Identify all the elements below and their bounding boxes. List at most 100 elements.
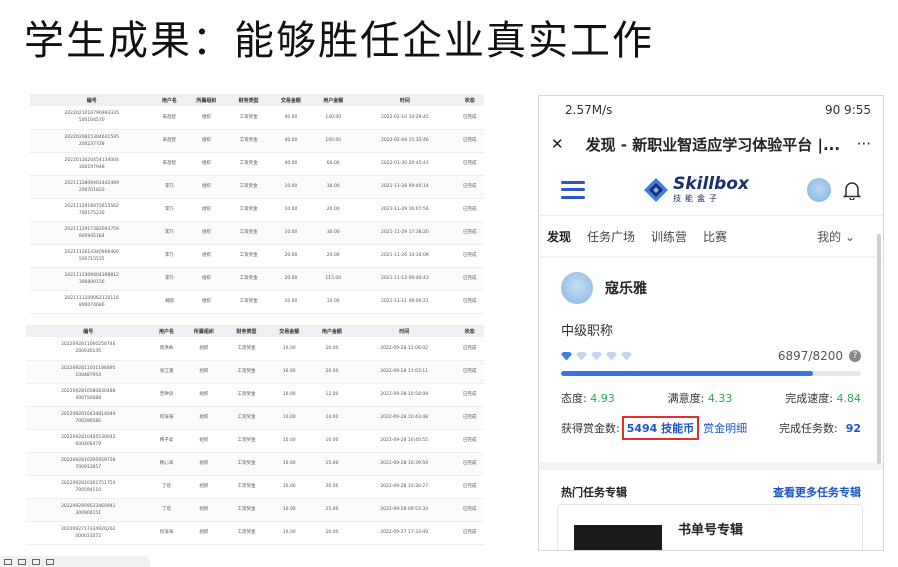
table-cell: 2022092810405530042 600406479 — [26, 429, 151, 453]
table-cell: 40.00 — [269, 129, 313, 153]
table-cell[interactable]: 组织 — [182, 475, 226, 499]
table-cell[interactable]: 组织 — [185, 129, 228, 153]
menu-icon[interactable] — [561, 180, 585, 199]
toolbar-icon[interactable] — [4, 558, 12, 565]
table-cell: 2022013020454134004 300197948 — [30, 152, 154, 176]
table-cell: 10.00 — [269, 175, 313, 199]
tab-training-camp[interactable]: 训练营 — [651, 228, 687, 245]
table-cell[interactable]: 组织 — [185, 152, 228, 176]
table-cell: 2022020815304641595 200237728 — [30, 129, 154, 153]
tab-competition[interactable]: 比赛 — [703, 228, 727, 245]
status-bar: 2.57M/s 90 9:55 — [539, 96, 883, 124]
table-cell: 李乃 — [153, 175, 186, 199]
table-cell: 已完成 — [455, 406, 484, 430]
main-tabs: 发现 任务广场 训练营 比赛 我的 ⌄ — [539, 216, 883, 256]
table-cell: 2021-11-29 16:07:56 — [354, 198, 456, 222]
table-cell[interactable]: 组织 — [185, 106, 228, 130]
table-cell[interactable]: 组织 — [185, 267, 228, 291]
table-cell: 周洪奇 — [150, 337, 183, 361]
table-cell: 2022092810302751754 700594110 — [26, 475, 151, 499]
table-cell: 已完成 — [455, 267, 484, 291]
scrollbar[interactable] — [877, 234, 881, 464]
table-cell: 已完成 — [455, 152, 484, 176]
toolbar-icon[interactable] — [46, 558, 54, 565]
table-cell[interactable]: 组织 — [182, 498, 226, 522]
table-cell: 已完成 — [455, 175, 484, 199]
table-cell[interactable]: 组织 — [185, 244, 228, 268]
table-row: 2022092810405530042 600406479 韩子高 组织 工资奖金 10.… — [26, 429, 484, 453]
table-cell: 已完成 — [455, 360, 484, 384]
tab-mine[interactable]: 我的 ⌄ — [817, 228, 855, 245]
table-cell[interactable]: 组织 — [182, 360, 226, 384]
toolbar-icon[interactable] — [32, 558, 40, 565]
table-row: 2022020815304641595 200237728 宋昌智 组织 工资奖金 40.… — [30, 129, 484, 153]
bell-icon[interactable] — [843, 180, 861, 200]
table-row: 2022092810580830488 400750088 曾钟语 组织 工资奖金 10.… — [26, 383, 484, 407]
help-icon[interactable]: ? — [849, 350, 861, 362]
avatar[interactable] — [807, 177, 831, 202]
gem-icon — [576, 351, 587, 361]
table-cell: 40.00 — [269, 152, 313, 176]
table-cell: 已完成 — [455, 129, 484, 153]
table-cell[interactable]: 组织 — [182, 406, 226, 430]
column-header: 财务类型 — [225, 325, 268, 337]
table-cell: 韩子高 — [150, 429, 183, 453]
table-cell: 何涛海 — [150, 406, 183, 430]
table-cell: 10.00 — [267, 498, 311, 522]
table-cell: 20.00 — [312, 244, 355, 268]
reward-detail-link[interactable]: 赏金明细 — [703, 420, 747, 436]
table-cell: 工资奖金 — [227, 106, 270, 130]
album-card-title: 书单号专辑 — [678, 523, 744, 538]
table-row: 2021112614340906400 500715535 李乃 组织 工资奖金 20.0… — [30, 244, 484, 268]
table-cell[interactable]: 组织 — [182, 452, 226, 476]
table-cell[interactable]: 组织 — [185, 175, 228, 199]
column-header: 编号 — [30, 94, 154, 106]
transaction-table-top: 编号 用户名 所属组织 财务类型 交易金额 用户金额 时间 状态 20220210167969… — [30, 94, 484, 324]
table-cell: 2022092811031186895 100487954 — [26, 360, 151, 384]
table-cell: 已完成 — [455, 290, 484, 314]
table-cell: 工资奖金 — [227, 267, 270, 291]
table-cell: 2022-02-08 15:35:46 — [354, 129, 456, 153]
table-cell[interactable]: 组织 — [182, 383, 226, 407]
table-cell: 10.00 — [267, 452, 311, 476]
table-cell[interactable]: 组织 — [182, 337, 226, 361]
level-score: 6897/8200 — [777, 349, 843, 363]
table-row: 2022021016796993335 500104570 宋昌智 组织 工资奖金 40.… — [30, 106, 484, 130]
slide-title: 学生成果：能够胜任企业真实工作 — [24, 18, 654, 64]
table-cell: 工资奖金 — [225, 475, 268, 499]
table-row: 2022092809533460941 300904151 丁欢 组织 工资奖金 10.0… — [26, 498, 484, 522]
close-icon[interactable]: ✕ — [551, 135, 564, 153]
column-header: 财务类型 — [227, 94, 270, 106]
table-cell: 2022-09-28 10:43:48 — [353, 406, 456, 430]
table-cell: 2022092811060250746 200930145 — [26, 337, 151, 361]
table-cell: 10.00 — [267, 337, 311, 361]
table-cell[interactable]: 组织 — [185, 221, 228, 245]
tab-discover[interactable]: 发现 — [547, 228, 571, 245]
table-cell: 10.00 — [269, 221, 313, 245]
table-cell: 已完成 — [455, 221, 484, 245]
table-cell: 已完成 — [455, 475, 484, 499]
album-thumbnail — [574, 525, 662, 550]
table-cell[interactable]: 组织 — [185, 198, 228, 222]
level-progress-bar — [561, 371, 861, 376]
browser-nav-bar: ✕ 发现 - 新职业智适应学习体验平台 |... ··· — [539, 124, 883, 164]
table-cell: 25.00 — [310, 498, 354, 522]
more-albums-link[interactable]: 查看更多任务专辑 — [773, 484, 861, 500]
rewards-row: 获得赏金数: 5494 技能币 赏金明细 完成任务数: 92 — [561, 416, 861, 440]
table-cell[interactable]: 组织 — [182, 429, 226, 453]
tab-task-square[interactable]: 任务广场 — [587, 228, 635, 245]
satisfaction-value: 4.33 — [707, 392, 733, 405]
table-cell: 2022092810395959738 700913057 — [26, 452, 151, 476]
table-cell[interactable]: 组织 — [182, 521, 226, 545]
album-card[interactable]: 书单号专辑 — [557, 504, 863, 550]
table-cell: 2022-09-28 09:53:34 — [353, 498, 456, 522]
table-cell: 2021112916075615562 700175230 — [30, 198, 154, 222]
table-cell: 已完成 — [455, 337, 484, 361]
table-cell: 12.00 — [310, 383, 354, 407]
tasks-label: 完成任务数: — [778, 422, 838, 435]
table-cell[interactable]: 组织 — [185, 290, 228, 314]
rating-metrics: 态度: 4.93 满意度: 4.33 完成速度: 4.84 — [561, 392, 861, 405]
toolbar-icon[interactable] — [18, 558, 26, 565]
column-header: 用户金额 — [310, 325, 354, 337]
more-icon[interactable]: ··· — [857, 135, 871, 153]
